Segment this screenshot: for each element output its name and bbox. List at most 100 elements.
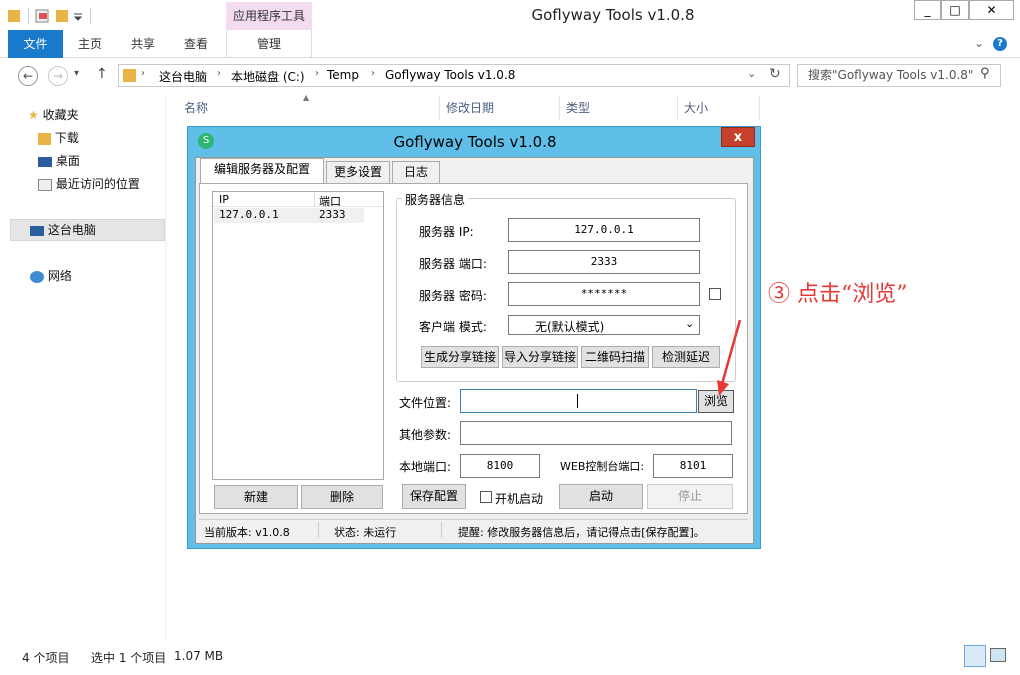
nav-desktop-label: 桌面 bbox=[55, 154, 80, 168]
table-row[interactable]: 127.0.0.1 2333 bbox=[214, 208, 364, 223]
autostart-checkbox[interactable] bbox=[480, 491, 492, 503]
client-mode-label: 客户端 模式: bbox=[419, 320, 487, 334]
address-bar[interactable]: › 这台电脑 › 本地磁盘 (C:) › Temp › Goflyway Too… bbox=[118, 64, 790, 87]
search-input[interactable]: 搜索"Goflyway Tools v1.0.8" bbox=[797, 64, 1001, 87]
file-location-input[interactable] bbox=[460, 389, 697, 413]
download-folder-icon bbox=[38, 132, 51, 145]
client-mode-value: 无(默认模式) bbox=[535, 320, 605, 334]
server-ip-label: 服务器 IP: bbox=[419, 225, 474, 239]
column-type[interactable]: 类型 bbox=[560, 96, 678, 120]
nav-network-label: 网络 bbox=[47, 269, 72, 283]
breadcrumb-local-disk[interactable]: 本地磁盘 (C:) bbox=[231, 68, 305, 85]
nav-this-pc-label: 这台电脑 bbox=[47, 223, 96, 237]
import-share-link-button[interactable]: 导入分享链接 bbox=[502, 346, 578, 368]
search-icon[interactable]: ⚲ bbox=[980, 66, 990, 81]
qr-scan-button[interactable]: 二维码扫描 bbox=[581, 346, 649, 368]
status-tip: 提醒: 修改服务器信息后，请记得点击[保存配置]。 bbox=[458, 526, 705, 539]
star-icon: ★ bbox=[28, 108, 39, 122]
breadcrumb-goflyway[interactable]: Goflyway Tools v1.0.8 bbox=[385, 68, 515, 82]
nav-recent-label: 最近访问的位置 bbox=[55, 177, 140, 191]
column-size[interactable]: 大小 bbox=[678, 96, 760, 120]
nav-network[interactable]: 网络 bbox=[30, 265, 72, 287]
column-date[interactable]: 修改日期 bbox=[440, 96, 560, 120]
navigation-pane: ★ 收藏夹 下载 桌面 最近访问的位置 这台电脑 网络 bbox=[0, 94, 166, 642]
other-params-label: 其他参数: bbox=[399, 428, 452, 442]
desktop-icon bbox=[38, 156, 52, 167]
chevron-down-icon[interactable]: ⌄ bbox=[747, 67, 756, 80]
large-icons-view-icon[interactable] bbox=[990, 648, 1006, 662]
nav-favorites-label: 收藏夹 bbox=[42, 108, 79, 122]
new-button[interactable]: 新建 bbox=[214, 485, 298, 509]
chevron-right-icon[interactable]: › bbox=[141, 68, 145, 79]
column-name[interactable]: 名称 bbox=[178, 96, 440, 120]
status-bar: 4 个项目 选中 1 个项目 1.07 MB bbox=[0, 642, 1020, 675]
close-button[interactable]: ✕ bbox=[969, 0, 1014, 20]
nav-favorites[interactable]: ★ 收藏夹 bbox=[28, 104, 79, 126]
tab-manage[interactable]: 管理 bbox=[226, 30, 312, 58]
list-header-ip[interactable]: IP bbox=[219, 193, 229, 206]
status-version: 当前版本: v1.0.8 bbox=[204, 526, 290, 539]
stop-button[interactable]: 停止 bbox=[647, 484, 733, 509]
server-port-field[interactable]: 2333 bbox=[508, 250, 700, 274]
autostart-label: 开机启动 bbox=[495, 492, 544, 506]
file-location-label: 文件位置: bbox=[399, 396, 452, 410]
recent-places-icon bbox=[38, 178, 52, 191]
title-bar: 应用程序工具 Goflyway Tools v1.0.8 _ □ ✕ bbox=[0, 0, 1020, 30]
minimize-button[interactable]: _ bbox=[914, 0, 941, 20]
nav-recent[interactable]: 最近访问的位置 bbox=[38, 173, 140, 195]
list-header bbox=[213, 192, 383, 207]
breadcrumb-temp[interactable]: Temp bbox=[327, 68, 359, 82]
network-icon bbox=[30, 270, 44, 283]
recent-locations-icon[interactable]: ▾ bbox=[74, 68, 79, 79]
server-ip-field[interactable]: 127.0.0.1 bbox=[508, 218, 700, 242]
tab-view[interactable]: 查看 bbox=[172, 30, 220, 58]
nav-this-pc[interactable]: 这台电脑 bbox=[30, 219, 96, 241]
dialog-close-button[interactable]: x bbox=[721, 127, 755, 147]
server-list[interactable]: IP 端口 127.0.0.1 2333 bbox=[212, 191, 384, 480]
chevron-right-icon[interactable]: › bbox=[315, 68, 319, 79]
nav-downloads[interactable]: 下载 bbox=[38, 127, 79, 149]
selected-count: 选中 1 个项目 bbox=[91, 651, 167, 665]
tab-home[interactable]: 主页 bbox=[66, 30, 114, 58]
delete-button[interactable]: 删除 bbox=[301, 485, 383, 509]
list-header-port[interactable]: 端口 bbox=[319, 193, 341, 209]
maximize-button[interactable]: □ bbox=[941, 0, 969, 20]
chevron-right-icon[interactable]: › bbox=[217, 68, 221, 79]
local-port-field[interactable]: 8100 bbox=[460, 454, 540, 478]
up-button[interactable]: ↑ bbox=[96, 66, 108, 82]
other-params-input[interactable] bbox=[460, 421, 732, 445]
web-port-label: WEB控制台端口: bbox=[560, 460, 645, 473]
web-port-field[interactable]: 8101 bbox=[653, 454, 733, 478]
item-count: 4 个项目 bbox=[22, 651, 70, 665]
local-port-label: 本地端口: bbox=[399, 460, 452, 474]
breadcrumb-this-pc[interactable]: 这台电脑 bbox=[159, 68, 207, 85]
forward-button[interactable]: → bbox=[48, 66, 68, 86]
client-mode-select[interactable]: 无(默认模式) ⌄ bbox=[508, 315, 700, 335]
refresh-icon[interactable]: ↻ bbox=[769, 66, 781, 82]
server-password-field[interactable]: ******* bbox=[508, 282, 700, 306]
tab-file[interactable]: 文件 bbox=[8, 30, 63, 58]
window-title: Goflyway Tools v1.0.8 bbox=[531, 6, 695, 24]
annotation-arrow bbox=[717, 319, 742, 396]
show-password-checkbox[interactable] bbox=[709, 288, 721, 300]
divider bbox=[441, 522, 442, 538]
back-button[interactable]: ← bbox=[18, 66, 38, 86]
tab-more-settings[interactable]: 更多设置 bbox=[326, 161, 390, 183]
save-config-button[interactable]: 保存配置 bbox=[402, 484, 466, 509]
chevron-right-icon[interactable]: › bbox=[371, 68, 375, 79]
help-icon[interactable]: ? bbox=[993, 37, 1007, 51]
tab-edit-server[interactable]: 编辑服务器及配置 bbox=[200, 158, 324, 183]
nav-desktop[interactable]: 桌面 bbox=[38, 150, 80, 172]
tab-log[interactable]: 日志 bbox=[392, 161, 440, 183]
tab-share[interactable]: 共享 bbox=[118, 30, 168, 58]
generate-share-link-button[interactable]: 生成分享链接 bbox=[421, 346, 499, 368]
server-info-label: 服务器信息 bbox=[402, 191, 469, 208]
computer-icon bbox=[30, 225, 44, 236]
server-port-label: 服务器 端口: bbox=[419, 257, 487, 271]
divider bbox=[318, 522, 319, 538]
start-button[interactable]: 启动 bbox=[559, 484, 643, 509]
collapse-ribbon-icon[interactable]: ⌄ bbox=[974, 36, 984, 50]
annotation-text: ③ 点击“浏览” bbox=[768, 282, 908, 307]
details-view-icon[interactable] bbox=[964, 645, 986, 667]
chevron-down-icon[interactable]: ⌄ bbox=[685, 317, 694, 330]
